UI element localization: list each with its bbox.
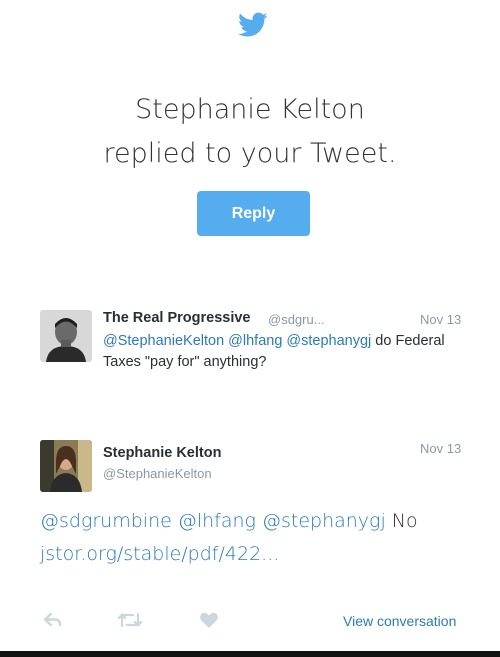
twitter-bird-icon (238, 12, 268, 37)
reply-tweet-text: @sdgrumbine @lhfang @stephanygj No jstor… (40, 505, 470, 571)
tweet-date[interactable]: Nov 13 (420, 312, 461, 327)
reply-word: No (385, 510, 418, 532)
notification-headline: Stephanie Kelton replied to your Tweet. (0, 88, 500, 176)
reply-arrow-icon[interactable] (42, 611, 64, 629)
retweet-icon[interactable] (117, 611, 143, 629)
reply-link[interactable]: jstor.org/stable/pdf/422... (40, 538, 470, 571)
heart-icon[interactable] (199, 611, 219, 629)
headline-user-name: Stephanie Kelton (135, 94, 365, 125)
headline-message: replied to your Tweet. (103, 138, 397, 169)
author-handle[interactable]: @sdgru... (268, 312, 325, 327)
view-conversation-link[interactable]: View conversation (343, 613, 456, 629)
author-name[interactable]: The Real Progressive (103, 310, 251, 326)
avatar-image (40, 440, 92, 492)
tweet-date[interactable]: Nov 13 (420, 441, 461, 456)
bottom-edge (0, 651, 500, 657)
reply-button[interactable]: Reply (197, 191, 310, 236)
tweet-mentions[interactable]: @StephanieKelton @lhfang @stephanygj (103, 333, 371, 349)
avatar-image (40, 310, 92, 362)
author-name[interactable]: Stephanie Kelton (103, 445, 221, 461)
author-handle[interactable]: @StephanieKelton (103, 466, 212, 481)
avatar[interactable] (40, 440, 92, 492)
avatar[interactable] (40, 310, 92, 362)
reply-mentions[interactable]: @sdgrumbine @lhfang @stephanygj (40, 510, 386, 532)
tweet-text: @StephanieKelton @lhfang @stephanygj do … (103, 331, 463, 373)
